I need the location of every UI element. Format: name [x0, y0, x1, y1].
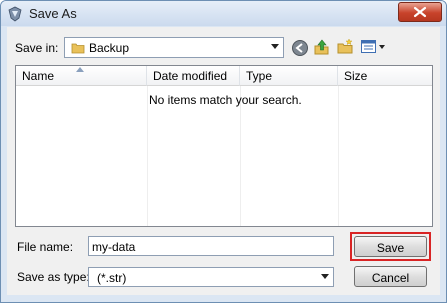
close-button[interactable] — [398, 2, 442, 22]
save-button[interactable]: Save — [354, 236, 427, 257]
save-in-select[interactable]: Backup — [64, 37, 284, 58]
sort-ascending-icon — [76, 67, 84, 72]
column-header-date-modified[interactable]: Date modified — [147, 66, 240, 86]
column-header-type[interactable]: Type — [240, 66, 338, 86]
save-in-value: Backup — [89, 41, 130, 55]
folder-icon — [71, 43, 85, 54]
save-as-type-label: Save as type: — [17, 270, 90, 284]
close-icon — [413, 6, 427, 18]
column-header-name[interactable]: Name — [16, 66, 147, 86]
file-name-field[interactable]: my-data — [88, 236, 334, 256]
save-as-type-select[interactable]: (*.str) — [88, 267, 334, 287]
column-divider — [147, 86, 148, 226]
window-title: Save As — [29, 6, 77, 21]
up-folder-icon[interactable] — [313, 38, 331, 56]
file-name-value: my-data — [92, 240, 136, 254]
column-header-size[interactable]: Size — [338, 66, 432, 86]
column-divider — [338, 86, 339, 226]
view-menu-icon — [361, 40, 385, 53]
save-in-label: Save in: — [15, 41, 59, 55]
file-list[interactable]: Name Date modified Type Size No items ma… — [15, 65, 433, 227]
title-bar[interactable]: Save As — [1, 1, 446, 26]
save-as-dialog: Save As Save in: Backup Name Date modifi… — [0, 0, 447, 303]
view-menu-button[interactable] — [360, 38, 388, 56]
chevron-down-icon — [271, 44, 279, 49]
column-divider — [240, 86, 241, 226]
save-as-type-value: (*.str) — [97, 271, 127, 285]
empty-message: No items match your search. — [149, 93, 302, 107]
dialog-body: Save in: Backup Name Date modified Type … — [7, 27, 440, 295]
chevron-down-icon — [321, 274, 329, 279]
file-name-label: File name: — [17, 240, 74, 254]
back-icon[interactable] — [291, 39, 309, 57]
app-icon — [8, 6, 22, 22]
new-folder-icon[interactable] — [336, 38, 354, 56]
cancel-button[interactable]: Cancel — [354, 266, 427, 287]
